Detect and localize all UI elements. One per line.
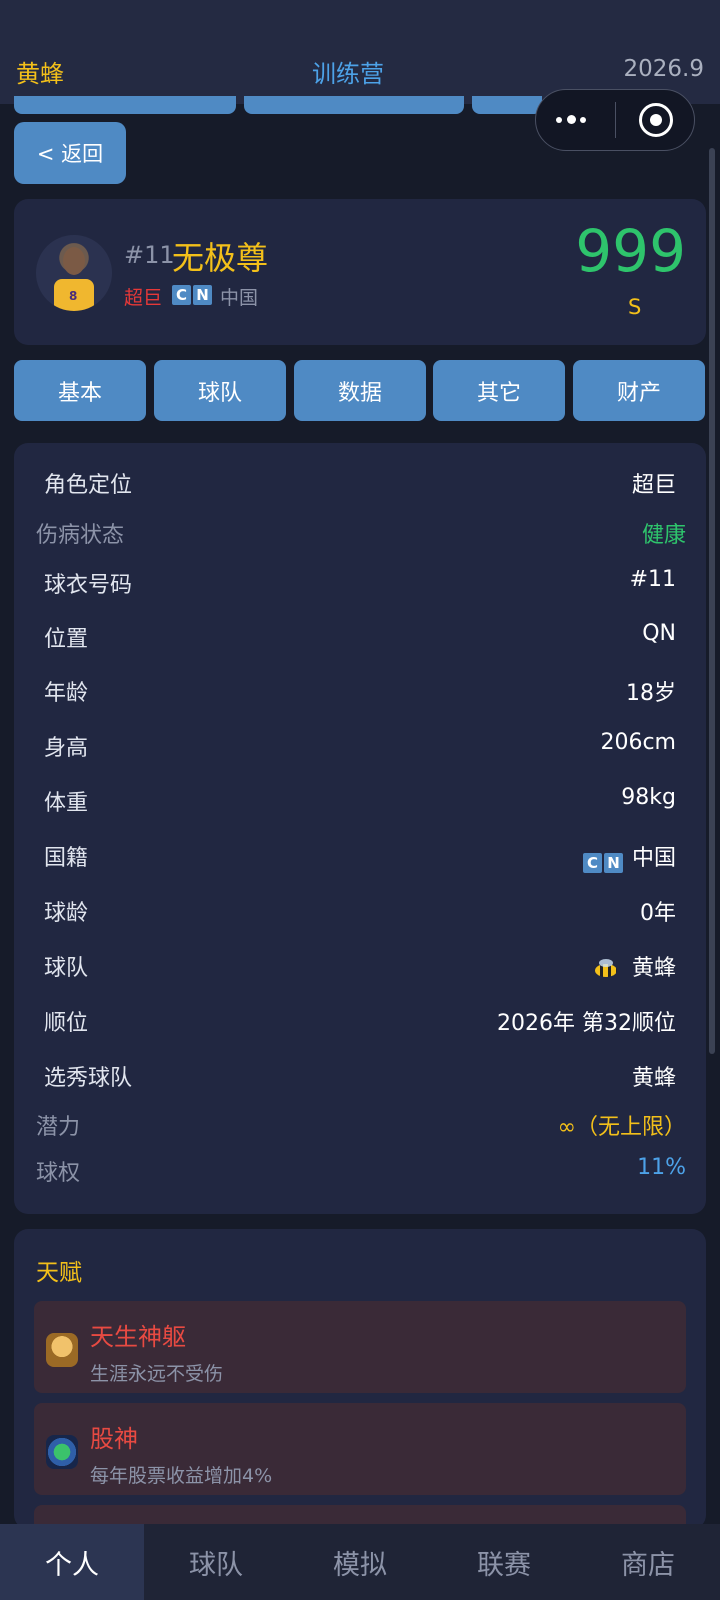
player-info-card: 角色定位 超巨 伤病状态 健康 球衣号码 #11 位置 QN 年龄 18岁 身高… <box>14 443 706 1214</box>
tab-basic[interactable]: 基本 <box>14 360 146 421</box>
player-grade: S <box>628 295 642 319</box>
info-row-injury: 伤病状态 健康 <box>36 523 686 548</box>
golden-body-icon <box>46 1333 78 1367</box>
tab-other[interactable]: 其它 <box>433 360 565 421</box>
hidden-tab-2[interactable] <box>244 96 464 114</box>
nav-personal[interactable]: 个人 <box>0 1524 144 1600</box>
coin-icon <box>46 1435 78 1469</box>
header-title: 训练营 <box>312 60 384 88</box>
talent-item[interactable]: 股神 每年股票收益增加4% <box>34 1403 686 1495</box>
mini-program-capsule <box>535 89 695 151</box>
info-row-draft: 顺位 2026年 第32顺位 <box>44 1011 676 1036</box>
more-icon[interactable] <box>556 108 592 132</box>
capsule-divider <box>615 102 616 138</box>
flag-cn-icon: CN <box>582 849 625 873</box>
bottom-nav: 个人 球队 模拟 联赛 商店 <box>0 1524 720 1600</box>
hornet-logo-icon <box>593 959 619 979</box>
player-rating: 999 <box>575 217 686 285</box>
info-row-position: 位置 QN <box>44 621 676 652</box>
player-name: 无极尊 <box>172 239 269 277</box>
info-row-draft-team: 选秀球队 黄蜂 <box>44 1066 676 1091</box>
hidden-tab-3[interactable] <box>472 96 542 114</box>
header-date: 2026.9 <box>623 56 704 82</box>
info-row-height: 身高 206cm <box>44 730 676 761</box>
info-row-usage: 球权 11% <box>36 1155 686 1186</box>
tab-team[interactable]: 球队 <box>154 360 286 421</box>
player-avatar <box>36 235 112 311</box>
nav-simulate[interactable]: 模拟 <box>288 1524 432 1600</box>
info-row-age: 年龄 18岁 <box>44 681 676 706</box>
info-row-nationality: 国籍 CN 中国 <box>44 846 676 873</box>
info-row-weight: 体重 98kg <box>44 785 676 816</box>
info-row-role: 角色定位 超巨 <box>44 473 676 498</box>
talents-title: 天赋 <box>36 1260 82 1286</box>
info-row-potential: 潜力 ∞（无上限） <box>36 1115 686 1140</box>
nav-team[interactable]: 球队 <box>144 1524 288 1600</box>
player-country: 中国 <box>220 287 259 309</box>
player-role: 超巨 <box>124 287 163 309</box>
info-row-jersey: 球衣号码 #11 <box>44 567 676 598</box>
scrollbar[interactable] <box>709 148 715 1054</box>
info-row-experience: 球龄 0年 <box>44 901 676 926</box>
info-row-team: 球队 黄蜂 <box>44 956 676 981</box>
hidden-tab-1[interactable] <box>14 96 236 114</box>
talents-card: 天赋 天生神躯 生涯永远不受伤 股神 每年股票收益增加4% <box>14 1229 706 1597</box>
player-number: #11 <box>124 241 175 269</box>
flag-cn-icon: CN <box>172 285 214 305</box>
tab-assets[interactable]: 财产 <box>573 360 705 421</box>
team-value: 黄蜂 <box>631 956 676 981</box>
nav-league[interactable]: 联赛 <box>432 1524 576 1600</box>
back-button[interactable]: < 返回 <box>14 122 126 184</box>
talent-item[interactable]: 天生神躯 生涯永远不受伤 <box>34 1301 686 1393</box>
tab-stats[interactable]: 数据 <box>294 360 426 421</box>
nationality-value: 中国 <box>631 846 676 871</box>
player-card: #11 无极尊 超巨 CN 中国 999 S <box>14 199 706 345</box>
close-target-icon[interactable] <box>639 103 673 137</box>
nav-shop[interactable]: 商店 <box>576 1524 720 1600</box>
